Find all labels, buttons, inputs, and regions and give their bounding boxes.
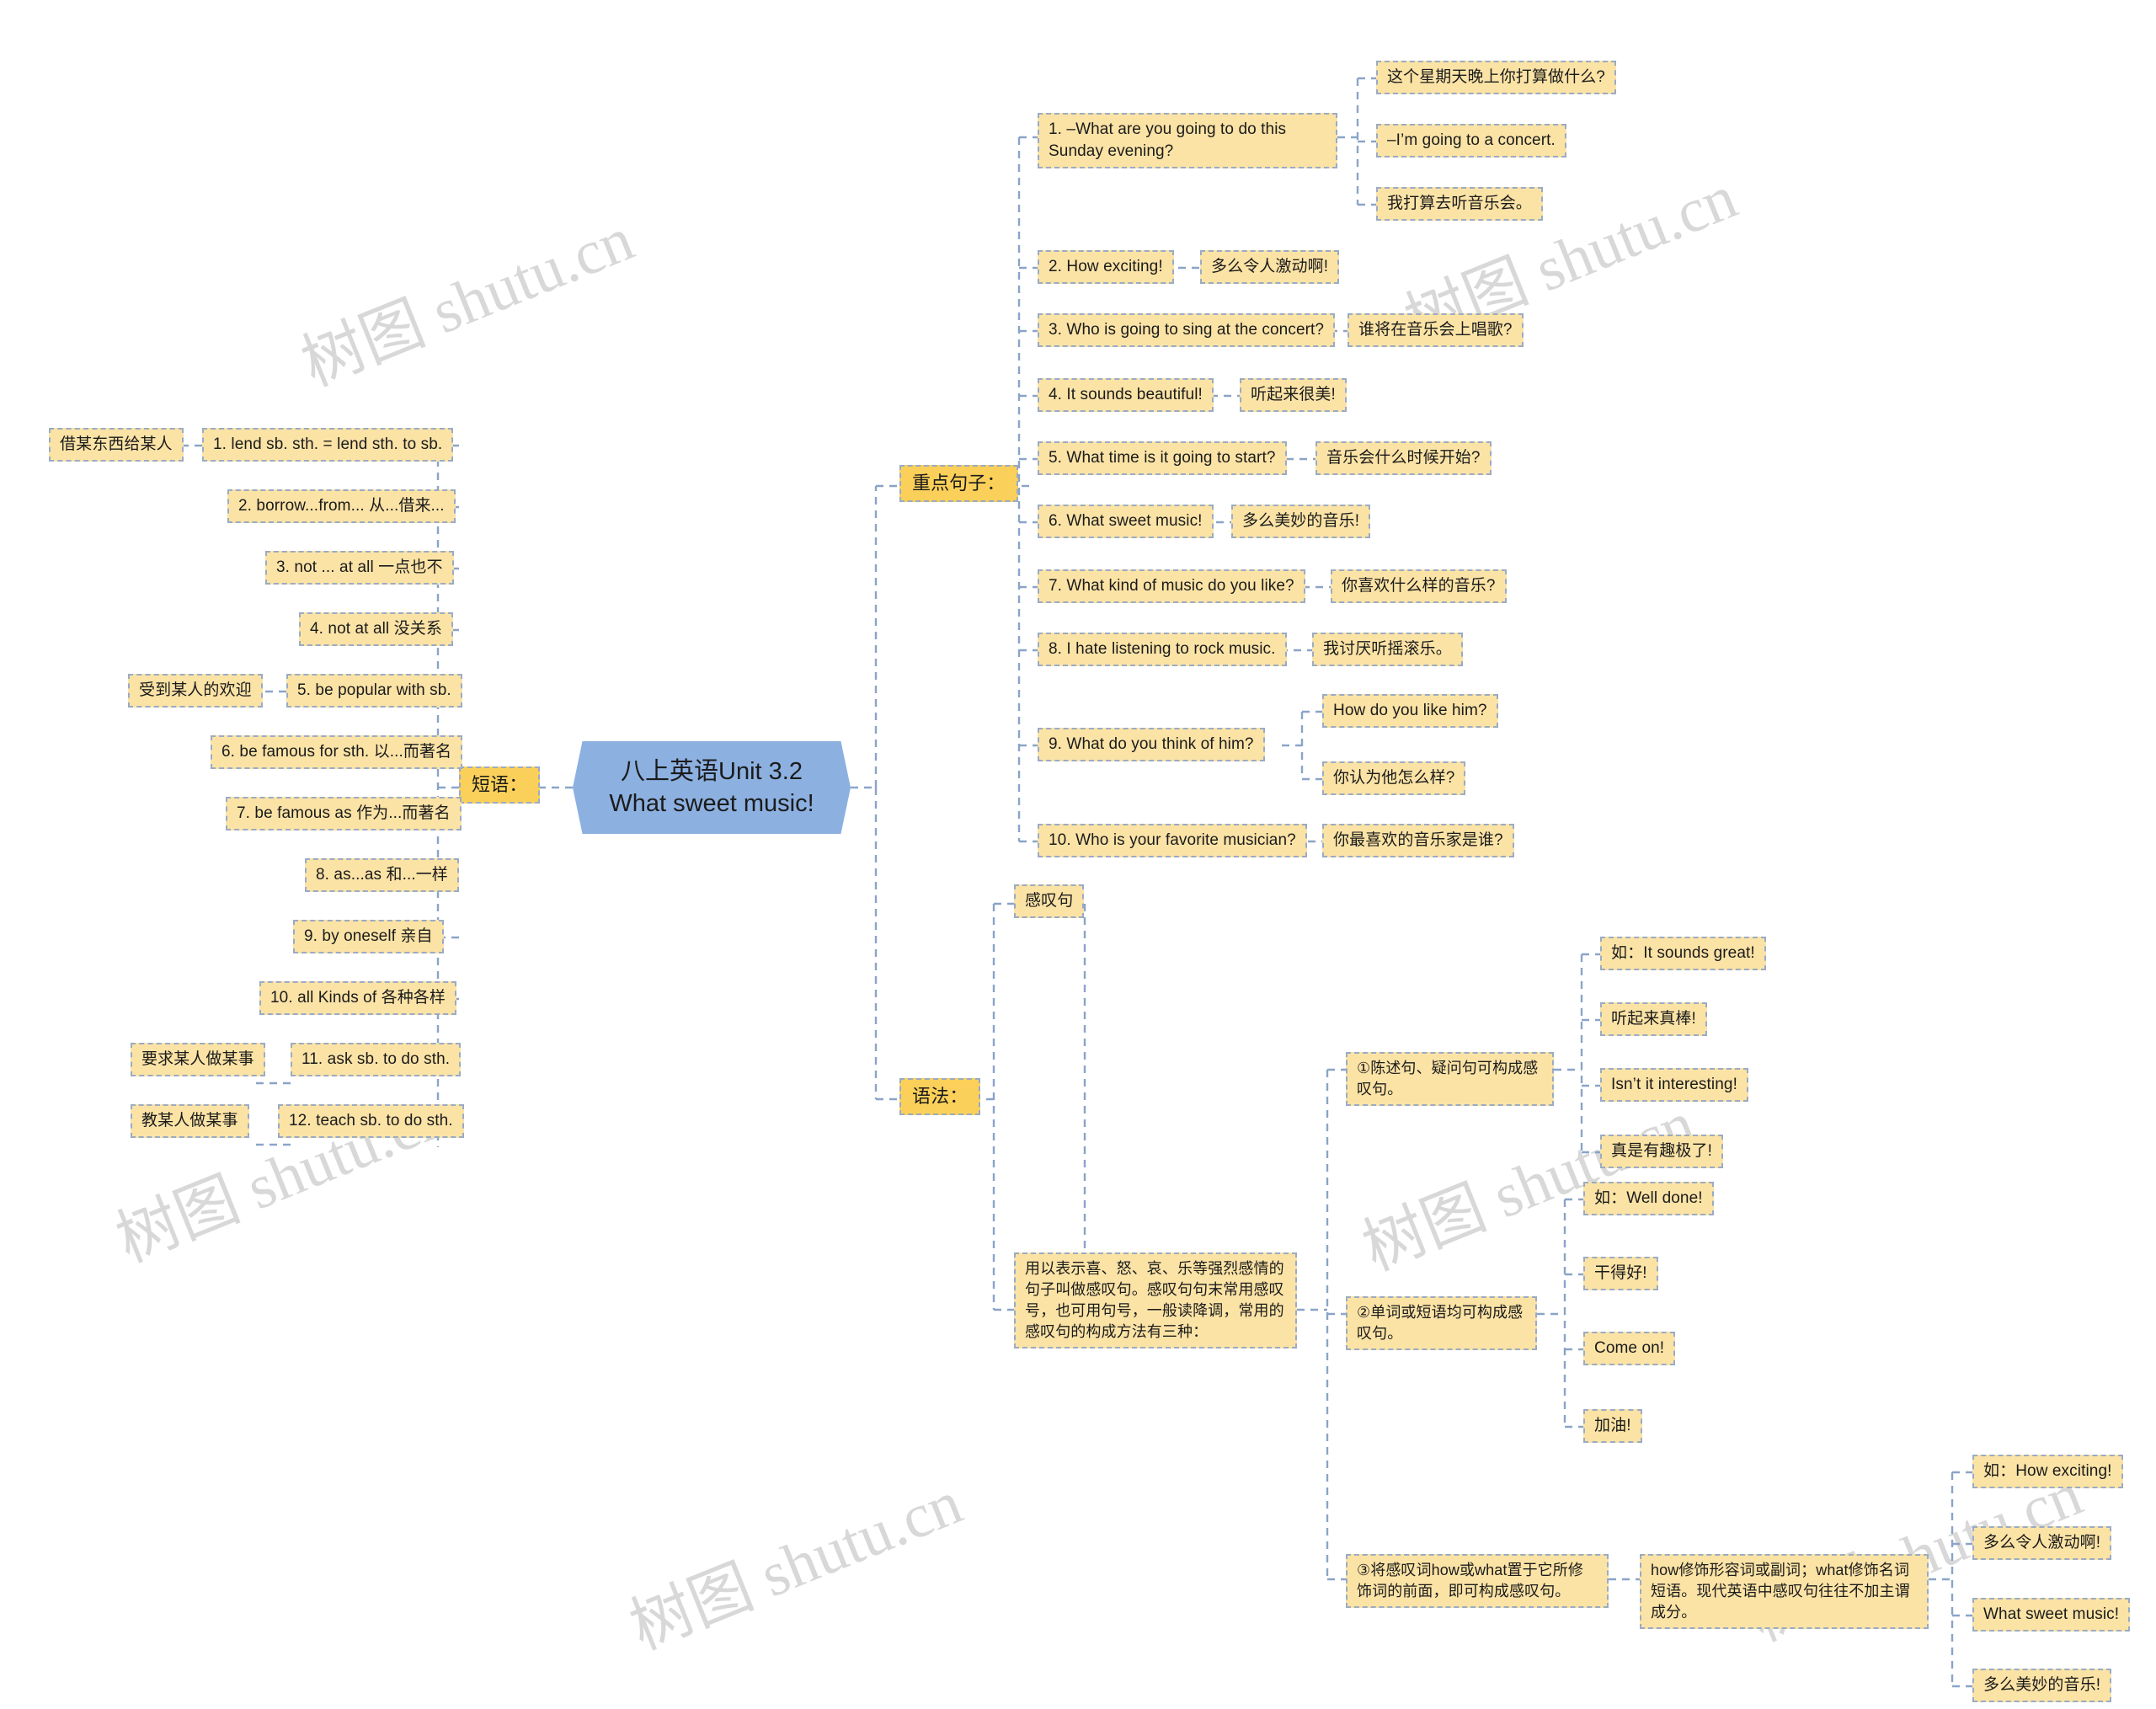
key-sentence-translation[interactable]: 谁将在音乐会上唱歌?	[1348, 313, 1524, 347]
grammar-rule-note[interactable]: how修饰形容词或副词；what修饰名词短语。现代英语中感叹句往往不加主谓成分。	[1640, 1554, 1929, 1629]
grammar-example[interactable]: 多么美妙的音乐!	[1972, 1669, 2112, 1702]
phrase-item[interactable]: 7. be famous as 作为...而著名	[226, 797, 462, 830]
phrase-gloss[interactable]: 借某东西给某人	[49, 428, 184, 462]
grammar-example[interactable]: Isn’t it interesting!	[1600, 1068, 1748, 1102]
grammar-example[interactable]: 如：It sounds great!	[1600, 937, 1766, 970]
key-sentence-translation[interactable]: 这个星期天晚上你打算做什么?	[1376, 61, 1616, 94]
branch-phrases[interactable]: 短语：	[459, 766, 541, 804]
key-sentence-translation[interactable]: 音乐会什么时候开始?	[1315, 441, 1492, 475]
watermark: 树图 shutu.cn	[292, 205, 643, 400]
watermark: 树图 shutu.cn	[621, 1468, 972, 1664]
key-sentence[interactable]: 8. I hate listening to rock music.	[1038, 633, 1287, 666]
phrase-item[interactable]: 5. be popular with sb.	[286, 674, 462, 708]
grammar-rule[interactable]: ③将感叹词how或what置于它所修饰词的前面，即可构成感叹句。	[1346, 1554, 1609, 1608]
key-sentence-translation[interactable]: 我打算去听音乐会。	[1376, 187, 1543, 221]
key-sentence[interactable]: 3. Who is going to sing at the concert?	[1038, 313, 1336, 347]
key-sentence[interactable]: 10. Who is your favorite musician?	[1038, 824, 1307, 857]
root-node[interactable]: 八上英语Unit 3.2 What sweet music!	[573, 741, 851, 834]
grammar-example[interactable]: 干得好!	[1583, 1257, 1658, 1290]
grammar-example[interactable]: 加油!	[1583, 1409, 1642, 1443]
key-sentence-alt[interactable]: How do you like him?	[1322, 694, 1498, 728]
grammar-example[interactable]: 如：How exciting!	[1972, 1455, 2123, 1488]
grammar-rule[interactable]: ①陈述句、疑问句可构成感叹句。	[1346, 1052, 1554, 1106]
phrase-item[interactable]: 1. lend sb. sth. = lend sth. to sb.	[202, 428, 454, 462]
phrase-item[interactable]: 8. as...as 和...一样	[305, 858, 459, 892]
key-sentence[interactable]: 5. What time is it going to start?	[1038, 441, 1287, 475]
phrase-gloss[interactable]: 受到某人的欢迎	[128, 674, 263, 708]
key-sentence[interactable]: 4. It sounds beautiful!	[1038, 378, 1214, 412]
key-sentence[interactable]: 6. What sweet music!	[1038, 505, 1214, 538]
key-sentence-answer[interactable]: –I’m going to a concert.	[1376, 124, 1566, 158]
key-sentence[interactable]: 1. –What are you going to do this Sunday…	[1038, 113, 1337, 168]
watermark: 树图 shutu.cn	[107, 1081, 458, 1276]
key-sentence[interactable]: 9. What do you think of him?	[1038, 728, 1265, 761]
phrase-item[interactable]: 4. not at all 没关系	[299, 612, 453, 646]
key-sentence-translation[interactable]: 你认为他怎么样?	[1322, 761, 1466, 795]
key-sentence-translation[interactable]: 你最喜欢的音乐家是谁?	[1322, 824, 1514, 857]
phrase-item[interactable]: 10. all Kinds of 各种各样	[259, 981, 457, 1015]
grammar-example[interactable]: 听起来真棒!	[1600, 1002, 1707, 1036]
phrase-item[interactable]: 6. be famous for sth. 以...而著名	[211, 735, 463, 769]
grammar-rule[interactable]: ②单词或短语均可构成感叹句。	[1346, 1296, 1537, 1350]
grammar-example[interactable]: Come on!	[1583, 1332, 1676, 1365]
branch-grammar[interactable]: 语法：	[899, 1078, 981, 1115]
grammar-definition[interactable]: 用以表示喜、怒、哀、乐等强烈感情的句子叫做感叹句。感叹句句末常用感叹号，也可用句…	[1014, 1252, 1297, 1349]
phrase-gloss[interactable]: 要求某人做某事	[131, 1043, 265, 1076]
key-sentence[interactable]: 7. What kind of music do you like?	[1038, 569, 1305, 603]
branch-key-sentences[interactable]: 重点句子：	[899, 465, 1018, 502]
mindmap-canvas: 树图 shutu.cn 树图 shutu.cn 树图 shutu.cn 树图 s…	[0, 0, 2156, 1709]
key-sentence-translation[interactable]: 听起来很美!	[1240, 378, 1347, 412]
phrase-item[interactable]: 11. ask sb. to do sth.	[291, 1043, 462, 1076]
phrase-item[interactable]: 9. by oneself 亲自	[293, 920, 444, 953]
key-sentence-translation[interactable]: 你喜欢什么样的音乐?	[1331, 569, 1507, 603]
key-sentence[interactable]: 2. How exciting!	[1038, 250, 1174, 284]
phrase-gloss[interactable]: 教某人做某事	[131, 1104, 249, 1138]
grammar-example[interactable]: What sweet music!	[1972, 1598, 2131, 1632]
phrase-item[interactable]: 12. teach sb. to do sth.	[278, 1104, 464, 1138]
grammar-example[interactable]: 多么令人激动啊!	[1972, 1526, 2112, 1560]
key-sentence-translation[interactable]: 多么令人激动啊!	[1200, 250, 1340, 284]
phrase-item[interactable]: 2. borrow...from... 从...借来...	[227, 489, 456, 523]
grammar-example[interactable]: 如：Well done!	[1583, 1182, 1714, 1215]
phrase-item[interactable]: 3. not ... at all 一点也不	[265, 551, 454, 585]
grammar-topic[interactable]: 感叹句	[1014, 884, 1085, 918]
grammar-example[interactable]: 真是有趣极了!	[1600, 1135, 1723, 1168]
key-sentence-translation[interactable]: 多么美妙的音乐!	[1231, 505, 1371, 538]
key-sentence-translation[interactable]: 我讨厌听摇滚乐。	[1312, 633, 1463, 666]
